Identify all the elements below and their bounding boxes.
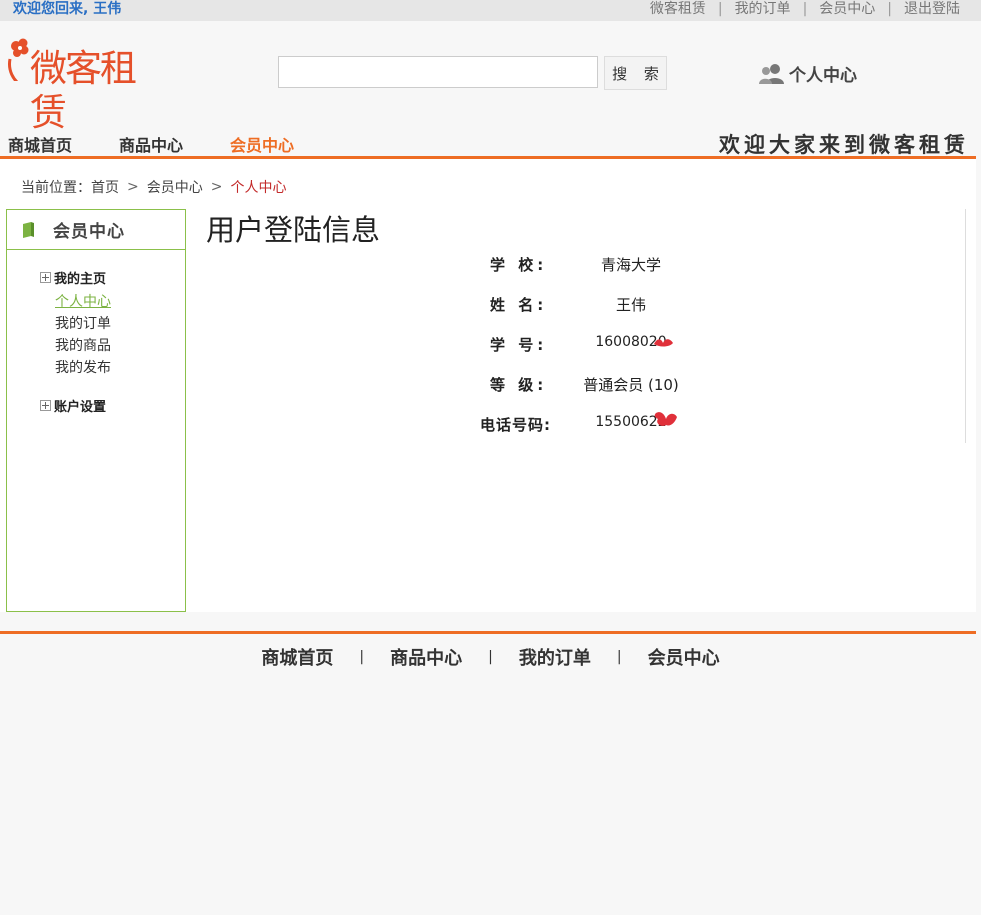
site-logo[interactable]: 微客租赁 [6, 37, 158, 134]
footer-divider [0, 631, 976, 634]
field-value-level: 普通会员 (10) [583, 376, 679, 394]
sidebar-item-personal-center[interactable]: 个人中心 [55, 291, 111, 311]
field-value-student-id: 16008020 [595, 334, 667, 350]
redaction-mark [654, 339, 673, 347]
field-label-level: 等 级: [490, 376, 548, 394]
breadcrumb-current: 个人中心 [230, 180, 287, 196]
nav-item-member-center[interactable]: 会员中心 [230, 132, 294, 156]
field-value-school: 青海大学 [600, 256, 661, 274]
field-label-name: 姓 名: [490, 296, 548, 314]
book-icon [23, 221, 34, 238]
breadcrumb-home[interactable]: 首页 [91, 177, 119, 197]
top-links: 微客租赁 | 我的订单 | 会员中心 | 退出登陆 [650, 0, 960, 18]
top-link-logout[interactable]: 退出登陆 [904, 0, 960, 18]
field-label-student-id: 学 号: [490, 336, 548, 354]
sidebar-title: 会员中心 [53, 222, 125, 242]
breadcrumb-member-center[interactable]: 会员中心 [147, 177, 203, 197]
page-title: 用户登陆信息 [206, 213, 381, 247]
sidebar-group-label: 账户设置 [54, 400, 107, 415]
breadcrumb-prefix: 当前位置： [21, 180, 91, 196]
sidebar-item-my-posts[interactable]: 我的发布 [55, 357, 111, 377]
redaction-mark [654, 412, 677, 426]
expand-icon [40, 400, 51, 411]
chevron-right-icon: > [127, 179, 139, 195]
footer-link-product-center[interactable]: 商品中心 [390, 644, 462, 670]
sidebar-item-my-products[interactable]: 我的商品 [55, 335, 111, 355]
breadcrumb: 当前位置： 首页 > 会员中心 > 个人中心 [21, 177, 286, 197]
divider: | [717, 1, 723, 17]
divider: | [488, 649, 493, 665]
content-area: 当前位置： 首页 > 会员中心 > 个人中心 会员中心 我的主页 个人中心 我的… [0, 159, 976, 612]
top-link-member-center[interactable]: 会员中心 [819, 0, 875, 18]
divider: | [887, 1, 892, 17]
nav-item-mall-home[interactable]: 商城首页 [8, 132, 72, 156]
sidebar-group-account-settings[interactable]: 账户设置 [40, 396, 106, 415]
top-bar: 欢迎您回来, 王伟 微客租赁 | 我的订单 | 会员中心 | 退出登陆 [0, 0, 981, 21]
divider [965, 209, 966, 443]
slogan: 欢迎大家来到微客租赁 [719, 132, 969, 157]
personal-center-link[interactable]: 个人中心 [759, 61, 857, 86]
sidebar-item-my-orders[interactable]: 我的订单 [55, 313, 111, 333]
users-icon [759, 63, 784, 84]
personal-center-label: 个人中心 [789, 66, 857, 86]
footer-link-my-orders[interactable]: 我的订单 [519, 644, 591, 670]
field-value-name: 王伟 [615, 296, 646, 314]
sidebar: 会员中心 我的主页 个人中心 我的订单 我的商品 我的发布 账户设置 [6, 209, 186, 612]
search-input[interactable] [278, 56, 598, 88]
sidebar-group-label: 我的主页 [54, 272, 107, 287]
top-link-orders[interactable]: 我的订单 [735, 0, 791, 18]
divider: | [359, 649, 365, 665]
divider: | [616, 649, 622, 665]
expand-icon [40, 272, 51, 283]
welcome-text: 欢迎您回来, 王伟 [13, 1, 122, 17]
sidebar-header: 会员中心 [7, 210, 185, 250]
divider: | [802, 1, 808, 17]
field-label-school: 学 校: [490, 256, 548, 274]
footer-link-mall-home[interactable]: 商城首页 [261, 644, 333, 670]
field-label-phone: 电话号码: [480, 416, 551, 434]
field-value-phone: 15500622 [595, 414, 667, 430]
footer-link-member-center[interactable]: 会员中心 [648, 644, 720, 670]
search-button[interactable]: 搜 索 [604, 56, 667, 90]
logo-text: 微客租赁 [30, 47, 137, 134]
nav-item-product-center[interactable]: 商品中心 [119, 132, 183, 156]
footer-nav: 商城首页 | 商品中心 | 我的订单 | 会员中心 [0, 644, 981, 670]
chevron-right-icon: > [210, 179, 223, 195]
main-nav: 商城首页 商品中心 会员中心 欢迎大家来到微客租赁 [0, 126, 976, 159]
sidebar-group-my-home[interactable]: 我的主页 [40, 268, 106, 287]
top-link-home[interactable]: 微客租赁 [650, 0, 706, 18]
